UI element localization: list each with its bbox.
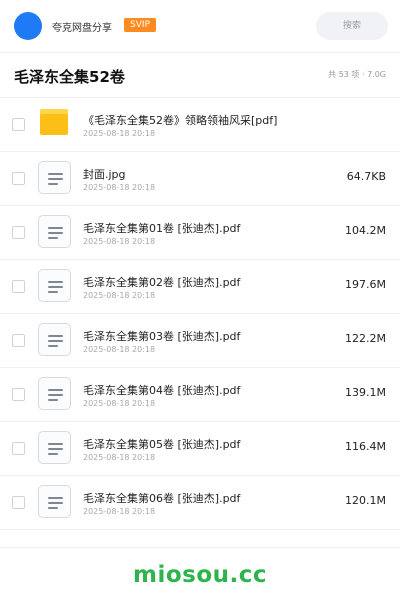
row-checkbox[interactable] bbox=[12, 388, 25, 401]
file-date: 2025-08-18 20:18 bbox=[83, 453, 156, 462]
document-icon bbox=[38, 161, 72, 195]
file-row[interactable]: 毛泽东全集第06卷 [张迪杰].pdf 2025-08-18 20:18 120… bbox=[0, 476, 400, 530]
file-size: 197.6M bbox=[345, 278, 386, 291]
document-icon bbox=[38, 377, 72, 411]
file-row[interactable]: 毛泽东全集第03卷 [张迪杰].pdf 2025-08-18 20:18 122… bbox=[0, 314, 400, 368]
row-checkbox[interactable] bbox=[12, 334, 25, 347]
file-name: 毛泽东全集第01卷 [张迪杰].pdf bbox=[83, 222, 241, 235]
file-size: 64.7KB bbox=[346, 170, 386, 183]
document-icon bbox=[38, 323, 72, 357]
file-name: 毛泽东全集第05卷 [张迪杰].pdf bbox=[83, 438, 241, 451]
share-title: 夸克网盘分享 bbox=[52, 23, 112, 34]
file-date: 2025-08-18 20:18 bbox=[83, 237, 156, 246]
file-size: 139.1M bbox=[345, 386, 386, 399]
folder-header: 毛泽东全集52卷 共 53 项 · 7.0G bbox=[0, 53, 400, 97]
document-icon bbox=[38, 431, 72, 465]
file-name: 毛泽东全集第04卷 [张迪杰].pdf bbox=[83, 384, 241, 397]
document-icon bbox=[38, 215, 72, 249]
row-checkbox[interactable] bbox=[12, 280, 25, 293]
avatar[interactable] bbox=[14, 12, 42, 40]
row-checkbox[interactable] bbox=[12, 226, 25, 239]
file-date: 2025-08-18 20:18 bbox=[83, 345, 156, 354]
file-name: 《毛泽东全集52卷》领略领袖风采[pdf] bbox=[83, 114, 278, 127]
document-icon bbox=[38, 269, 72, 303]
file-list: 《毛泽东全集52卷》领略领袖风采[pdf] 2025-08-18 20:18 封… bbox=[0, 98, 400, 530]
top-bar: 夸克网盘分享 SVIP 搜索 bbox=[0, 0, 400, 52]
search-button[interactable]: 搜索 bbox=[316, 12, 388, 40]
folder-meta: 共 53 项 · 7.0G bbox=[328, 70, 386, 79]
row-checkbox[interactable] bbox=[12, 496, 25, 509]
row-checkbox[interactable] bbox=[12, 118, 25, 131]
file-date: 2025-08-18 20:18 bbox=[83, 129, 156, 138]
file-row[interactable]: 《毛泽东全集52卷》领略领袖风采[pdf] 2025-08-18 20:18 bbox=[0, 98, 400, 152]
file-date: 2025-08-18 20:18 bbox=[83, 183, 156, 192]
file-name: 毛泽东全集第03卷 [张迪杰].pdf bbox=[83, 330, 241, 343]
file-name: 毛泽东全集第06卷 [张迪杰].pdf bbox=[83, 492, 241, 505]
svip-badge: SVIP bbox=[124, 18, 156, 32]
file-size: 116.4M bbox=[345, 440, 386, 453]
file-row[interactable]: 毛泽东全集第02卷 [张迪杰].pdf 2025-08-18 20:18 197… bbox=[0, 260, 400, 314]
watermark: miosou.cc bbox=[132, 562, 268, 588]
row-checkbox[interactable] bbox=[12, 442, 25, 455]
document-icon bbox=[38, 485, 72, 519]
file-date: 2025-08-18 20:18 bbox=[83, 507, 156, 516]
file-date: 2025-08-18 20:18 bbox=[83, 399, 156, 408]
divider bbox=[0, 547, 400, 548]
folder-icon bbox=[38, 107, 72, 141]
file-row[interactable]: 毛泽东全集第01卷 [张迪杰].pdf 2025-08-18 20:18 104… bbox=[0, 206, 400, 260]
file-row[interactable]: 毛泽东全集第05卷 [张迪杰].pdf 2025-08-18 20:18 116… bbox=[0, 422, 400, 476]
page-title: 毛泽东全集52卷 bbox=[14, 68, 125, 86]
file-size: 104.2M bbox=[345, 224, 386, 237]
file-size: 122.2M bbox=[345, 332, 386, 345]
row-checkbox[interactable] bbox=[12, 172, 25, 185]
file-name: 毛泽东全集第02卷 [张迪杰].pdf bbox=[83, 276, 241, 289]
file-row[interactable]: 封面.jpg 2025-08-18 20:18 64.7KB bbox=[0, 152, 400, 206]
file-name: 封面.jpg bbox=[83, 168, 126, 181]
file-row[interactable]: 毛泽东全集第04卷 [张迪杰].pdf 2025-08-18 20:18 139… bbox=[0, 368, 400, 422]
file-date: 2025-08-18 20:18 bbox=[83, 291, 156, 300]
file-size: 120.1M bbox=[345, 494, 386, 507]
